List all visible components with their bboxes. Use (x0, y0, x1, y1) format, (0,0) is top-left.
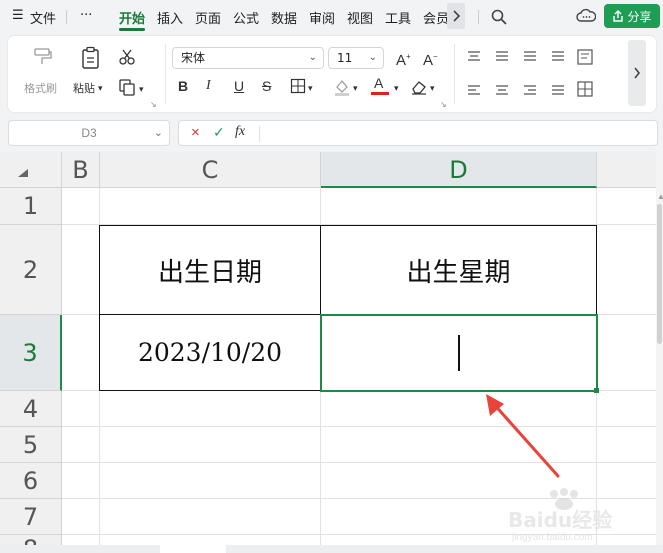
chevron-down-icon[interactable]: ▾ (394, 81, 399, 95)
chevron-down-icon[interactable]: ▾ (308, 81, 313, 95)
strikethrough-button[interactable]: S (262, 79, 271, 93)
tab-insert[interactable]: 插入 (157, 8, 183, 27)
italic-button[interactable]: I (206, 79, 211, 93)
font-name-value: 宋体 (181, 51, 206, 65)
group-expand-icon[interactable]: ↘ (150, 98, 157, 112)
menu-divider (66, 10, 67, 24)
font-size-value: 11 (337, 51, 353, 65)
confirm-edit-icon[interactable]: ✓ (213, 124, 225, 141)
format-painter-icon[interactable] (32, 46, 54, 68)
cloud-icon[interactable] (576, 8, 596, 24)
sheet-tab-active[interactable] (160, 545, 226, 553)
tab-review[interactable]: 审阅 (309, 8, 335, 27)
tab-tools[interactable]: 工具 (385, 8, 411, 27)
column-header-d[interactable]: D (321, 152, 597, 188)
ribbon-divider (165, 44, 166, 104)
font-name-select[interactable]: 宋体 ⌄ (172, 47, 324, 69)
name-box[interactable]: D3 ⌄ (8, 120, 170, 146)
cell-c2[interactable]: 出生日期 (100, 226, 320, 314)
font-size-select[interactable]: 11 ⌄ (328, 47, 384, 69)
underline-button[interactable]: U (234, 79, 244, 93)
cancel-edit-icon[interactable]: × (191, 124, 200, 141)
chevron-right-icon (453, 10, 461, 22)
name-box-value: D3 (81, 126, 97, 140)
chevron-down-icon[interactable]: ▾ (353, 81, 358, 95)
share-label: 分享 (627, 9, 652, 24)
column-header-e[interactable] (597, 152, 656, 188)
text-cursor (458, 335, 460, 371)
spreadsheet-grid: B C D 1 2 3 4 5 6 7 8 出生日期 出生星期 2023/10/… (0, 152, 656, 553)
clear-format-icon[interactable] (410, 79, 428, 95)
cell-d3-active[interactable] (320, 314, 599, 393)
group-expand-icon[interactable]: ↘ (440, 98, 447, 112)
share-button[interactable]: 分享 (604, 4, 660, 28)
chevron-down-icon[interactable]: ⌄ (154, 121, 163, 145)
row-header-6[interactable]: 6 (0, 463, 62, 499)
chevron-down-icon: ⌄ (308, 52, 317, 63)
menu-bar: ☰ 文件 ··· 开始 插入 页面 公式 数据 审阅 视图 工具 会员 分享 (0, 0, 663, 34)
tab-scroll-right-button[interactable] (447, 3, 465, 29)
insert-function-icon[interactable]: fx (235, 124, 245, 140)
chevron-down-icon[interactable]: ▾ (430, 81, 435, 95)
cut-icon[interactable] (118, 48, 136, 66)
row-header-1[interactable]: 1 (0, 188, 62, 225)
copy-icon[interactable] (118, 78, 136, 96)
format-painter-label[interactable]: 格式刷 (24, 80, 57, 96)
menu-more[interactable]: ··· (80, 8, 92, 23)
corner-triangle-icon (18, 169, 28, 177)
row-header-4[interactable]: 4 (0, 391, 62, 427)
watermark-brand: Baidu经验 (508, 508, 613, 532)
tab-home[interactable]: 开始 (119, 8, 145, 27)
row-header-2[interactable]: 2 (0, 225, 62, 315)
tab-view[interactable]: 视图 (347, 8, 373, 27)
tab-formula[interactable]: 公式 (233, 8, 259, 27)
menu-file[interactable]: 文件 (30, 8, 56, 27)
hamburger-icon[interactable]: ☰ (12, 8, 24, 23)
font-color-button[interactable]: A (371, 76, 391, 96)
fill-handle[interactable] (594, 388, 599, 393)
cell-d2[interactable]: 出生星期 (321, 226, 596, 314)
chevron-right-icon (634, 67, 641, 79)
row-header-3[interactable]: 3 (0, 315, 62, 391)
menu-divider (478, 10, 479, 24)
row-header-7[interactable]: 7 (0, 499, 62, 535)
border-icon[interactable] (290, 78, 306, 94)
row-header-5[interactable]: 5 (0, 427, 62, 463)
bold-button[interactable]: B (178, 79, 188, 93)
font-color-swatch (371, 92, 389, 95)
watermark-url: jingyan.baidu.com (512, 532, 593, 543)
column-header-b[interactable]: B (62, 152, 100, 188)
sheet-tab-bar (0, 545, 663, 553)
scroll-up-icon[interactable]: ▲ (657, 192, 663, 201)
scrollbar-thumb[interactable] (657, 204, 662, 344)
chevron-down-icon[interactable]: ▾ (98, 81, 103, 95)
formula-bar: D3 ⌄ × ✓ fx (0, 116, 663, 150)
fill-color-icon[interactable] (333, 78, 351, 96)
font-color-icon: A (374, 75, 384, 91)
tab-page[interactable]: 页面 (195, 8, 221, 27)
paste-icon[interactable] (80, 46, 102, 70)
cell-c3[interactable]: 2023/10/20 (100, 315, 320, 390)
share-icon (613, 10, 624, 22)
ribbon-divider (454, 44, 455, 104)
search-icon[interactable] (490, 8, 508, 26)
tab-member[interactable]: 会员 (423, 8, 447, 27)
chevron-down-icon: ⌄ (368, 52, 377, 63)
tab-data[interactable]: 数据 (271, 8, 297, 27)
decrease-font-icon[interactable]: A− (423, 50, 438, 68)
ribbon-toolbar: 格式刷 粘贴 ▾ ▾ ↘ 宋体 ⌄ 11 ⌄ A+ A− B I U S ▾ ▾… (8, 36, 656, 112)
formula-divider (259, 126, 260, 142)
column-header-c[interactable]: C (100, 152, 321, 188)
baidu-watermark: Baidu经验 jingyan.baidu.com (506, 488, 636, 548)
chevron-down-icon[interactable]: ▾ (139, 82, 144, 96)
select-all-corner[interactable] (0, 152, 62, 188)
vertical-scrollbar[interactable]: ▲ (656, 152, 663, 553)
increase-font-icon[interactable]: A+ (396, 50, 411, 68)
annotation-arrow (486, 394, 560, 478)
paste-label[interactable]: 粘贴 (73, 80, 95, 96)
alignment-group[interactable] (464, 48, 624, 100)
ribbon-scroll-right-button[interactable] (628, 40, 646, 106)
active-tab-indicator (119, 28, 145, 31)
formula-input-area: × ✓ fx (178, 120, 658, 146)
